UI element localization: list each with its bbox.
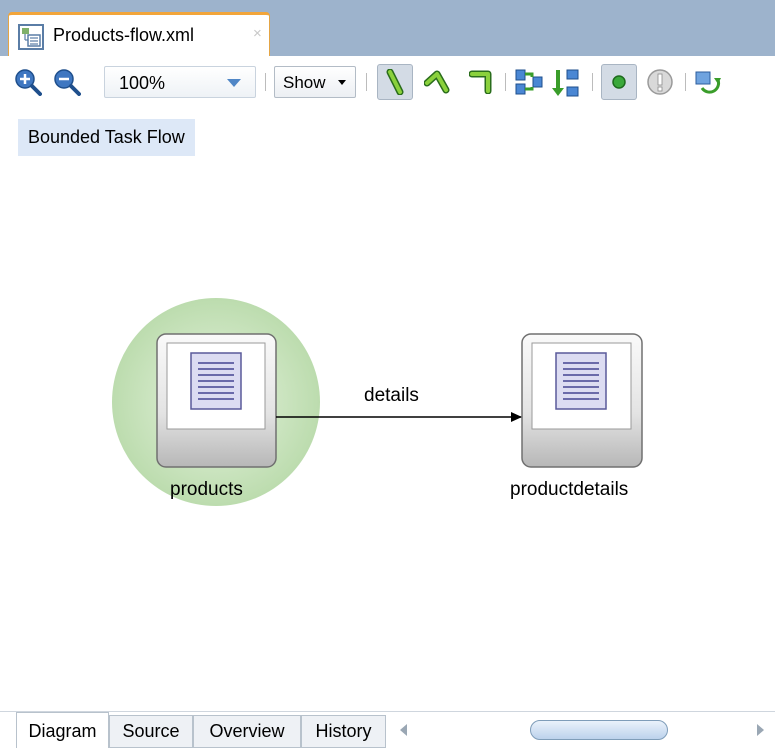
editor-tab-label: Products-flow.xml [53,25,195,45]
scroll-left-icon[interactable] [400,724,407,736]
toolbar-separator [685,73,686,91]
zoom-select[interactable]: 100% [104,66,256,98]
editor-tab-strip: Products-flow.xml × [0,0,775,56]
caret-down-icon [338,80,346,85]
tab-overview[interactable]: Overview [193,715,301,748]
view-activity-icon [190,352,242,410]
diagram-toolbar: 100% Show [0,56,775,106]
diagram-canvas[interactable]: Bounded Task Flow details products produ… [0,106,775,711]
straight-line-button[interactable] [377,64,413,100]
toolbar-separator [366,73,367,91]
layout-vertical-icon[interactable] [552,68,580,103]
editor-tab-products-flow[interactable]: Products-flow.xml × [8,12,270,56]
scrollbar-thumb[interactable] [530,720,668,740]
view-activity-icon [555,352,607,410]
zoom-value: 100% [119,73,166,93]
node-label-products: products [170,479,243,500]
toolbar-separator [505,73,506,91]
tab-source[interactable]: Source [109,715,193,748]
activity-point-button[interactable] [601,64,637,100]
scroll-right-icon[interactable] [757,724,764,736]
zoom-in-icon[interactable] [14,68,42,101]
tab-diagram[interactable]: Diagram [16,712,109,748]
horizontal-scrollbar[interactable] [392,718,775,742]
close-icon[interactable]: × [253,25,262,42]
layout-horizontal-icon[interactable] [514,68,544,101]
warning-icon[interactable] [646,68,674,101]
toolbar-separator [592,73,593,91]
node-label-productdetails: productdetails [510,479,629,500]
orthogonal-line-icon[interactable] [468,68,495,99]
xml-file-icon [18,24,44,55]
show-menu-button[interactable]: Show [274,66,356,98]
elbow-line-icon[interactable] [423,68,454,99]
refresh-icon[interactable] [694,68,722,101]
show-label: Show [283,73,326,92]
flow-diagram [112,298,643,506]
activity-point-icon [611,74,627,95]
activity-node-products[interactable] [156,333,277,468]
zoom-out-icon[interactable] [53,68,81,101]
editor-bottom-bar: Diagram Source Overview History [0,711,775,748]
straight-line-icon [384,68,408,100]
toolbar-separator [265,73,266,91]
edge-label-details: details [364,385,419,406]
activity-node-productdetails[interactable] [521,333,643,468]
tab-history[interactable]: History [301,715,386,748]
chevron-down-icon [227,79,241,87]
